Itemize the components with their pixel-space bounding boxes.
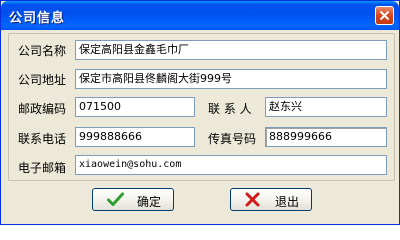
email-input[interactable]: xiaowein@sohu.com — [75, 155, 387, 175]
checkmark-icon — [107, 192, 124, 206]
email-label: 电子邮箱 — [18, 161, 67, 175]
phone-label: 联系电话 — [18, 132, 67, 146]
phone-input[interactable]: 999888666 — [75, 127, 195, 147]
company-address-input[interactable]: 保定市高阳县佟麟阁大街999号 — [75, 69, 387, 89]
contact-person-input[interactable]: 赵东兴 — [265, 97, 387, 117]
window-title: 公司信息 — [9, 11, 66, 26]
company-name-input[interactable]: 保定高阳县金鑫毛巾厂 — [75, 40, 387, 60]
close-icon — [379, 10, 390, 21]
ok-button-label: 确定 — [137, 195, 162, 209]
postal-code-input[interactable]: 071500 — [75, 97, 195, 117]
exit-button-label: 退出 — [275, 195, 300, 209]
postal-code-label: 邮政编码 — [18, 102, 67, 116]
dialog-body: 公司名称 保定高阳县金鑫毛巾厂 公司地址 保定市高阳县佟麟阁大街999号 邮政编… — [4, 30, 398, 223]
info-group-box: 公司名称 保定高阳县金鑫毛巾厂 公司地址 保定市高阳县佟麟阁大街999号 邮政编… — [8, 33, 395, 181]
ok-button[interactable]: 确定 — [92, 188, 174, 211]
company-address-label: 公司地址 — [18, 73, 67, 87]
exit-button[interactable]: 退出 — [230, 188, 312, 211]
fax-label: 传真号码 — [208, 132, 257, 146]
fax-input[interactable]: 888999666 — [265, 127, 387, 147]
company-info-dialog: 公司信息 公司名称 保定高阳县金鑫毛巾厂 公司地址 保定市高阳县佟麟阁大街999… — [0, 0, 400, 225]
contact-person-label: 联 系 人 — [208, 102, 252, 116]
close-button[interactable] — [375, 6, 394, 25]
company-name-label: 公司名称 — [18, 44, 67, 58]
x-icon — [245, 192, 260, 207]
title-bar[interactable]: 公司信息 — [1, 1, 399, 30]
